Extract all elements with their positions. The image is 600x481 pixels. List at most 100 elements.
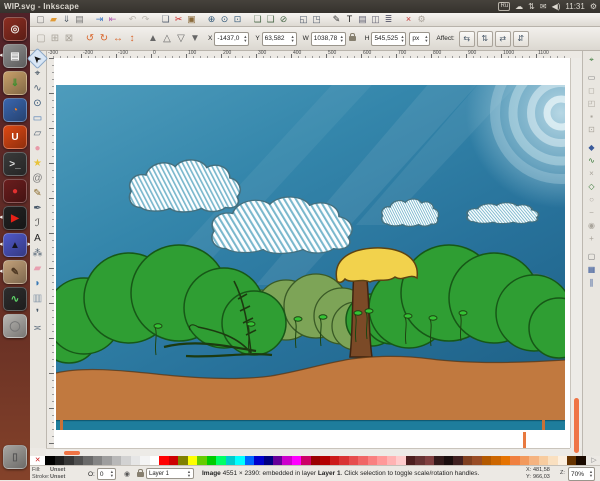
spiral-tool[interactable]: @	[30, 171, 45, 186]
dropper-tool[interactable]: ❜	[30, 306, 45, 321]
units-dropdown[interactable]: px▲▼	[409, 32, 430, 46]
palette-swatch[interactable]	[102, 456, 111, 465]
layer-lock-icon[interactable]	[137, 472, 144, 477]
weather-cloud-icon[interactable]: ☁	[515, 0, 523, 13]
flip-vertical-icon[interactable]: ↕	[125, 32, 139, 46]
import-icon[interactable]: ⇥	[93, 13, 106, 26]
zoom-selection-icon[interactable]: ⊕	[205, 13, 218, 26]
launcher-inkscape[interactable]: ▲◂▸	[3, 233, 27, 257]
export-icon[interactable]: ⇤	[106, 13, 119, 26]
snap-rotation-centers-icon[interactable]: +	[585, 232, 599, 245]
zoom-tool[interactable]: ⊙	[30, 96, 45, 111]
create-clone-icon[interactable]: ❑	[264, 13, 277, 26]
palette-swatch[interactable]	[548, 456, 557, 465]
redo-icon[interactable]: ↷	[139, 13, 152, 26]
snap-bbox-centers-icon[interactable]: ⊡	[585, 123, 599, 136]
zoom-drawing-icon[interactable]: ⊙	[218, 13, 231, 26]
palette-swatch[interactable]	[74, 456, 83, 465]
bezier-tool[interactable]: ✒	[30, 201, 45, 216]
launcher-system-monitor[interactable]: ∿	[3, 287, 27, 311]
raise-to-top-icon[interactable]: ▲	[146, 32, 160, 46]
palette-swatch[interactable]	[567, 456, 576, 465]
palette-swatch[interactable]	[377, 456, 386, 465]
snap-enable-icon[interactable]: ⌖	[585, 53, 599, 66]
snap-grid-icon[interactable]: ▦	[585, 263, 599, 276]
undo-icon[interactable]: ↶	[126, 13, 139, 26]
palette-swatch[interactable]	[188, 456, 197, 465]
palette-swatch[interactable]	[235, 456, 244, 465]
sync-arrows-icon[interactable]: ⇅	[528, 0, 535, 13]
palette-swatch[interactable]	[576, 456, 585, 465]
align-distribute-icon[interactable]: ≣	[382, 13, 395, 26]
vertical-scrollbar-thumb[interactable]	[574, 398, 579, 453]
bucket-tool[interactable]: ◗	[30, 276, 45, 291]
palette-swatch[interactable]	[406, 456, 415, 465]
palette-swatch[interactable]	[45, 456, 54, 465]
delete-icon[interactable]: ×	[402, 13, 415, 26]
palette-swatch[interactable]	[387, 456, 396, 465]
snap-page-border-icon[interactable]: ▢	[585, 250, 599, 263]
y-input[interactable]: 63,582▲▼	[262, 32, 297, 46]
palette-swatch[interactable]	[482, 456, 491, 465]
palette-swatch[interactable]	[112, 456, 121, 465]
snap-edge-midpoints-icon[interactable]: ▪	[585, 110, 599, 123]
palette-swatch[interactable]	[425, 456, 434, 465]
palette-swatch[interactable]	[140, 456, 149, 465]
palette-swatch[interactable]	[197, 456, 206, 465]
snap-bbox-corners-icon[interactable]: ◰	[585, 97, 599, 110]
ungroup-icon[interactable]: ◳	[310, 13, 323, 26]
palette-swatch[interactable]: ✕	[30, 456, 45, 465]
keyboard-layout-indicator[interactable]: Ru	[498, 2, 510, 11]
palette-swatch[interactable]	[178, 456, 187, 465]
launcher-terminal[interactable]: >_	[3, 152, 27, 176]
layer-visibility-icon[interactable]: ◉	[124, 470, 130, 478]
palette-swatch[interactable]	[282, 456, 291, 465]
snap-guides-icon[interactable]: ∥	[585, 276, 599, 289]
paste-icon[interactable]: ▣	[185, 13, 198, 26]
palette-swatch[interactable]	[207, 456, 216, 465]
palette-swatch[interactable]	[273, 456, 282, 465]
launcher-package-installer[interactable]: ⇓	[3, 71, 27, 95]
clock[interactable]: 11:31	[565, 2, 584, 11]
zoom-input[interactable]: 70%▲▼	[568, 467, 595, 481]
height-input[interactable]: 545,525▲▼	[371, 32, 406, 46]
palette-swatch[interactable]	[358, 456, 367, 465]
spray-tool[interactable]: ⁂	[30, 246, 45, 261]
text-tool[interactable]: A	[30, 231, 45, 246]
palette-swatch[interactable]	[539, 456, 548, 465]
open-document-icon[interactable]: ▰	[47, 13, 60, 26]
launcher-dash-home[interactable]: ◎	[3, 17, 27, 41]
opacity-input[interactable]: 0▲▼	[97, 468, 116, 480]
palette-swatch[interactable]	[349, 456, 358, 465]
launcher-gimp[interactable]: ✎◂	[3, 260, 27, 284]
document-properties-icon[interactable]: ▤	[356, 13, 369, 26]
palette-scroll-arrow[interactable]: ▷	[588, 456, 600, 465]
palette-swatch[interactable]	[368, 456, 377, 465]
palette-swatch[interactable]	[245, 456, 254, 465]
scale-stroke-toggle[interactable]: ⇆	[459, 31, 475, 47]
new-document-icon[interactable]: ▢	[34, 13, 47, 26]
snap-object-centers-icon[interactable]: ◉	[585, 219, 599, 232]
duplicate-icon[interactable]: ❏	[251, 13, 264, 26]
palette-swatch[interactable]	[529, 456, 538, 465]
gradient-tool[interactable]: ▥	[30, 291, 45, 306]
layer-selector[interactable]: Layer 1 ▲▼	[146, 468, 194, 479]
move-patterns-toggle[interactable]: ⇵	[513, 31, 529, 47]
move-gradients-toggle[interactable]: ⇄	[495, 31, 511, 47]
rotate-ccw-icon[interactable]: ↺	[83, 32, 97, 46]
lock-ratio-icon[interactable]	[349, 36, 356, 41]
palette-swatch[interactable]	[301, 456, 310, 465]
snap-line-midpoints-icon[interactable]: −	[585, 206, 599, 219]
preferences-icon[interactable]: ⚙	[415, 13, 428, 26]
star-tool[interactable]: ★	[30, 156, 45, 171]
launcher-youtube[interactable]: ▶◂	[3, 206, 27, 230]
copy-icon[interactable]: ❏	[159, 13, 172, 26]
palette-swatch[interactable]	[131, 456, 140, 465]
launcher-trash[interactable]: ▯	[3, 445, 27, 469]
eraser-tool[interactable]: ▰	[30, 261, 45, 276]
palette-swatch[interactable]	[226, 456, 235, 465]
palette-swatch[interactable]	[150, 456, 159, 465]
palette-swatch[interactable]	[216, 456, 225, 465]
zoom-page-icon[interactable]: ⊡	[231, 13, 244, 26]
fill-stroke-dialog-icon[interactable]: ✎	[330, 13, 343, 26]
